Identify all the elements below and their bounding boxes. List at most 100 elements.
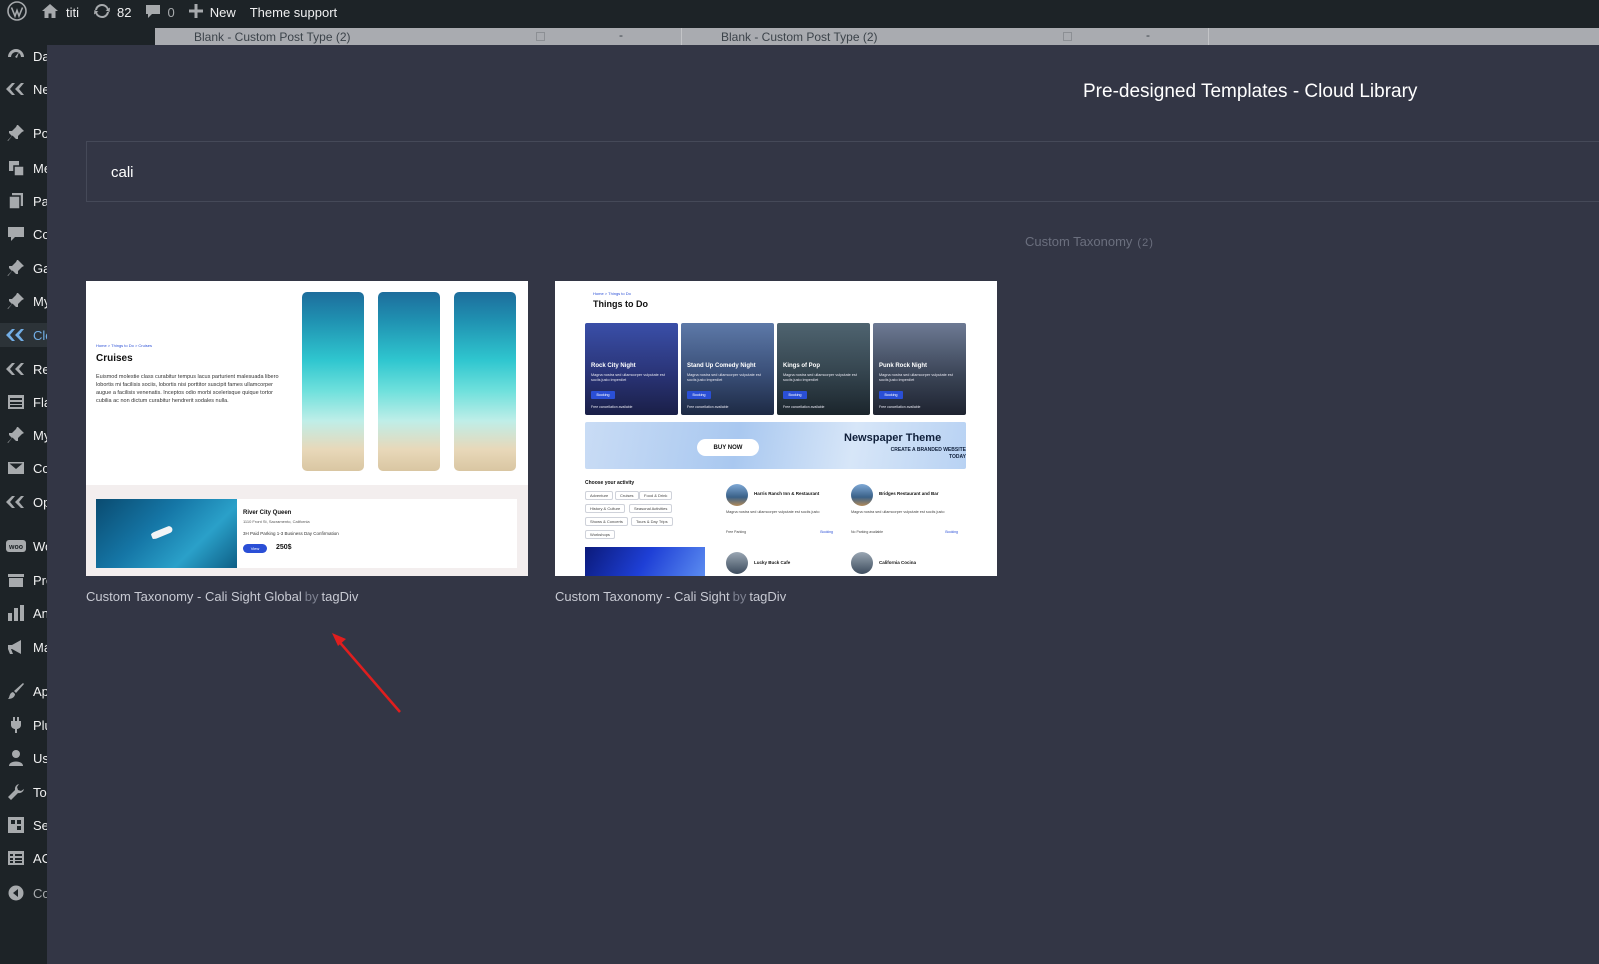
boat-image <box>96 499 237 568</box>
admin-menu-item[interactable]: Us <box>0 746 47 770</box>
event-booking-button: Booking <box>591 391 615 399</box>
event-note: Free cancellation available <box>783 405 825 409</box>
event-booking-button: Booking <box>687 391 711 399</box>
listing-meta: 3H Paid Parking 1-3 Business Day Confirm… <box>243 531 339 536</box>
admin-menu-item[interactable]: Co <box>0 222 47 246</box>
admin-menu-item[interactable]: Pa <box>0 189 47 213</box>
template-preview[interactable]: Home > Things to Do > Cruises Cruises Eu… <box>86 281 528 576</box>
admin-menu-item[interactable]: Clo <box>0 323 47 347</box>
event-card: Kings of Pop Magna nostra sed ullamcorpe… <box>777 323 870 415</box>
admin-menu-label: Co <box>33 226 47 242</box>
admin-menu-item[interactable]: Op <box>0 490 47 514</box>
admin-menu-label: Wo <box>33 538 47 554</box>
search-input[interactable] <box>111 160 611 184</box>
place-name: Harris Ranch Inn & Restaurant <box>754 491 820 496</box>
place-name: California Cocina <box>879 560 917 565</box>
admin-menu-item[interactable]: woo Wo <box>0 534 47 558</box>
beach-image <box>302 292 364 471</box>
checkbox[interactable] <box>1063 32 1072 41</box>
admin-menu-item[interactable]: Co <box>0 881 47 905</box>
tagdiv-icon <box>6 492 26 512</box>
admin-menu-label: AC <box>33 850 47 866</box>
place-avatar <box>851 552 873 574</box>
place-avatar <box>726 484 748 506</box>
background-row-value: - <box>619 28 623 42</box>
woo-icon: woo <box>6 536 26 556</box>
brush-icon <box>6 681 26 701</box>
admin-menu-item[interactable]: Po <box>0 121 47 145</box>
admin-menu-item[interactable]: Pro <box>0 568 47 592</box>
pages-icon <box>6 191 26 211</box>
admin-menu-label: Pro <box>33 572 47 588</box>
admin-menu-item[interactable]: Ga <box>0 256 47 280</box>
admin-menu-item[interactable]: AC <box>0 846 47 870</box>
admin-menu-item[interactable]: To <box>0 780 47 804</box>
updates-link[interactable]: 82 <box>86 0 138 24</box>
category-filter[interactable]: Custom Taxonomy (2) <box>1025 234 1154 249</box>
beach-image <box>378 292 440 471</box>
place-name: Bridges Restaurant and Bar <box>879 491 939 496</box>
admin-menu-item[interactable]: An <box>0 601 47 625</box>
event-card: Stand Up Comedy Night Magna nostra sed u… <box>681 323 774 415</box>
admin-menu-item[interactable]: Fla <box>0 390 47 414</box>
comment-icon <box>6 224 26 244</box>
products-icon <box>6 570 26 590</box>
place-desc: Magna nostra sed ullamcorper vulputate e… <box>851 510 945 514</box>
annotation-arrow-icon <box>332 633 401 713</box>
admin-menu-item[interactable]: Da <box>0 44 47 68</box>
activity-chip: History & Culture <box>585 504 626 513</box>
template-preview[interactable]: Home > Things to Do Things to Do Rock Ci… <box>555 281 997 576</box>
template-card[interactable]: Home > Things to Do Things to Do Rock Ci… <box>555 281 997 604</box>
admin-menu-label: Us <box>33 750 47 766</box>
dashboard-icon <box>6 46 26 66</box>
admin-menu-item[interactable]: Re <box>0 357 47 381</box>
admin-menu-label: Clo <box>33 327 47 343</box>
admin-menu-item[interactable]: Ne <box>0 77 47 101</box>
preview-title: Cruises <box>96 353 133 364</box>
place-card: Harris Ranch Inn & Restaurant Magna nost… <box>721 479 838 541</box>
place-desc: Magna nostra sed ullamcorper vulputate e… <box>726 510 820 514</box>
admin-menu-item[interactable]: Se <box>0 813 47 837</box>
background-row: Blank - Custom Post Type (2) - <box>155 28 682 45</box>
admin-menu-item[interactable]: Ma <box>0 635 47 659</box>
activity-chip: Shows & Concerts <box>585 517 628 526</box>
mail-icon <box>6 458 26 478</box>
pin-icon <box>6 425 26 445</box>
template-name: Custom Taxonomy - Cali Sight Global <box>86 589 302 604</box>
template-by: by <box>304 589 319 604</box>
activity-chip: Cruises <box>615 491 639 500</box>
place-booking-link: Booking <box>820 530 833 534</box>
admin-menu-item[interactable]: My <box>0 423 47 447</box>
activity-chip: Workshops <box>585 530 615 539</box>
admin-menu-label: Da <box>33 48 47 64</box>
admin-menu-item[interactable]: Plu <box>0 713 47 737</box>
admin-menu-item[interactable]: My <box>0 289 47 313</box>
users-icon <box>6 748 26 768</box>
concert-image <box>585 547 705 576</box>
admin-menu-item[interactable]: Ap <box>0 679 47 703</box>
collapse-icon <box>6 883 26 903</box>
plugin-icon <box>6 715 26 735</box>
event-desc: Magna nostra sed ullamcorper vulputate e… <box>783 373 857 382</box>
site-name-link[interactable]: titi <box>34 0 86 24</box>
category-filter-name: Custom Taxonomy <box>1025 234 1133 249</box>
admin-menu-label: Op <box>33 494 47 510</box>
megaphone-icon <box>6 637 26 657</box>
background-list-strip: Blank - Custom Post Type (2) - Blank - C… <box>155 28 1599 45</box>
banner-subtitle: CREATE A BRANDED WEBSITE TODAY <box>890 447 966 460</box>
new-label: New <box>209 4 236 20</box>
comments-link[interactable]: 0 <box>138 0 181 24</box>
background-row-value: - <box>1146 28 1150 42</box>
new-content-link[interactable]: New <box>182 0 243 24</box>
admin-menu-item[interactable]: Me <box>0 156 47 180</box>
cloud-library-modal: Pre-designed Templates - Cloud Library C… <box>47 45 1599 964</box>
template-card[interactable]: Home > Things to Do > Cruises Cruises Eu… <box>86 281 528 604</box>
theme-support-link[interactable]: Theme support <box>243 0 344 24</box>
beach-image <box>454 292 516 471</box>
checkbox[interactable] <box>536 32 545 41</box>
pin-icon <box>6 291 26 311</box>
admin-menu-item[interactable]: Co <box>0 456 47 480</box>
preview-breadcrumb: Home > Things to Do <box>593 291 631 296</box>
wordpress-logo-button[interactable] <box>0 0 34 24</box>
listing-address: 1110 Front St, Sacramento, California <box>243 519 310 524</box>
